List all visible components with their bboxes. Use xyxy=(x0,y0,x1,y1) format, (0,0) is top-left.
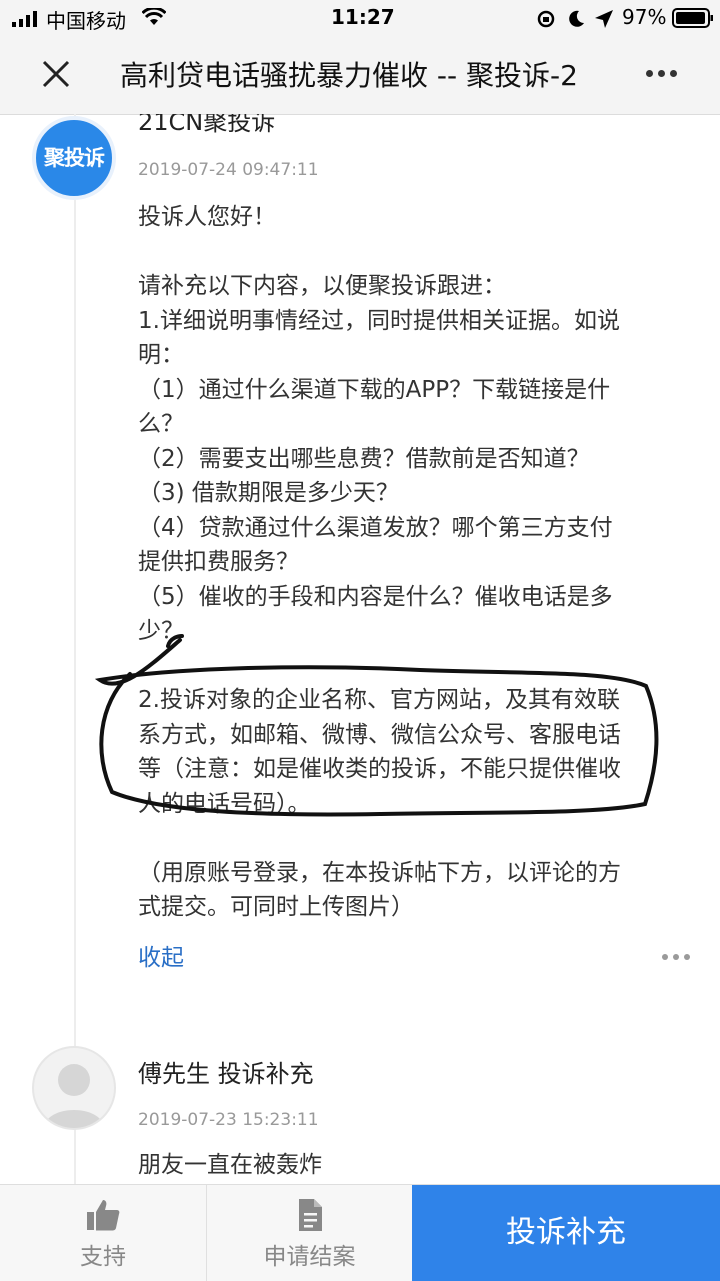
post-line xyxy=(138,649,698,684)
nav-bar: 高利贷电话骚扰暴力催收 -- 聚投诉-2 xyxy=(0,36,720,115)
carrier-name: 中国移动 xyxy=(46,9,126,33)
post-line: 明： xyxy=(138,342,184,368)
close-icon[interactable] xyxy=(36,54,76,94)
post-line: 1.详细说明事情经过，同时提供相关证据。如说 xyxy=(138,307,620,334)
post-body: 投诉人您好！ 请补充以下内容，以便聚投诉跟进： 1.详细说明事情经过，同时提供相… xyxy=(138,200,698,925)
post-line: （1）通过什么渠道下载的APP？下载链接是什 xyxy=(138,376,611,403)
supplement-complaint-button[interactable]: 投诉补充 xyxy=(412,1185,720,1281)
support-label: 支持 xyxy=(80,1244,126,1270)
clock: 11:27 xyxy=(331,5,395,29)
post-line: （用原账号登录，在本投诉帖下方，以评论的方 xyxy=(138,859,621,886)
battery-icon xyxy=(672,8,713,28)
timeline-line xyxy=(74,114,76,1184)
rotation-lock-icon xyxy=(537,10,555,28)
post-line: 提供扣费服务？ xyxy=(138,549,299,575)
page-title: 高利贷电话骚扰暴力催收 -- 聚投诉-2 xyxy=(120,59,578,92)
battery-percent: 97% xyxy=(622,5,667,29)
post-line: 少？ xyxy=(138,618,184,644)
post-line xyxy=(138,821,698,856)
more-options-icon[interactable] xyxy=(646,70,682,77)
post-body: 朋友一直在被轰炸 xyxy=(138,1148,698,1183)
document-icon xyxy=(298,1199,322,1231)
post-line: 投诉人您好！ xyxy=(138,204,276,230)
post-line: （2）需要支出哪些息费？借款前是否知道？ xyxy=(138,445,590,472)
supplement-complaint-label: 投诉补充 xyxy=(506,1215,626,1250)
post-time: 2019-07-24 09:47:11 xyxy=(138,160,319,180)
post-line: （4）贷款通过什么渠道发放？哪个第三方支付 xyxy=(138,514,613,541)
post-line: 系方式，如邮箱、微博、微信公众号、客服电话 xyxy=(138,721,621,748)
bottom-action-bar: 支持 申请结案 投诉补充 xyxy=(0,1184,720,1281)
post-time: 2019-07-23 15:23:11 xyxy=(138,1110,319,1130)
apply-close-button[interactable]: 申请结案 xyxy=(207,1185,412,1281)
post-line: 朋友一直在被轰炸 xyxy=(138,1152,322,1178)
collapse-link[interactable]: 收起 xyxy=(138,938,184,972)
post-line xyxy=(138,235,698,270)
post-line: 么？ xyxy=(138,411,184,437)
support-button[interactable]: 支持 xyxy=(0,1185,206,1281)
post-author: 傅先生 投诉补充 xyxy=(138,1060,314,1088)
post-line: 2.投诉对象的企业名称、官方网站，及其有效联 xyxy=(138,687,620,713)
status-bar: 中国移动 11:27 97% xyxy=(0,0,720,36)
post-line: 等（注意：如是催收类的投诉，不能只提供催收 xyxy=(138,756,621,782)
brand-avatar: 聚投诉 xyxy=(32,116,116,200)
moon-icon xyxy=(569,10,584,27)
user-avatar xyxy=(32,1046,116,1130)
thumbs-up-icon xyxy=(87,1200,120,1231)
wifi-icon xyxy=(142,8,166,25)
post-line: 式提交。可同时上传图片） xyxy=(138,894,414,920)
post-line: 人的电话号码）。 xyxy=(138,790,311,817)
signal-icon xyxy=(12,11,37,27)
post-line: 请补充以下内容，以便聚投诉跟进： xyxy=(138,273,506,299)
location-icon xyxy=(595,10,613,28)
post-line: （3) 借款期限是多少天？ xyxy=(138,480,399,506)
thread-content[interactable]: 聚投诉 21CN聚投诉 2019-07-24 09:47:11 投诉人您好！ 请… xyxy=(0,114,720,1184)
post-more-icon[interactable] xyxy=(662,954,695,960)
post-author: 21CN聚投诉 xyxy=(138,114,276,136)
apply-close-label: 申请结案 xyxy=(263,1244,356,1270)
post-line: （5）催收的手段和内容是什么？催收电话是多 xyxy=(138,583,613,610)
